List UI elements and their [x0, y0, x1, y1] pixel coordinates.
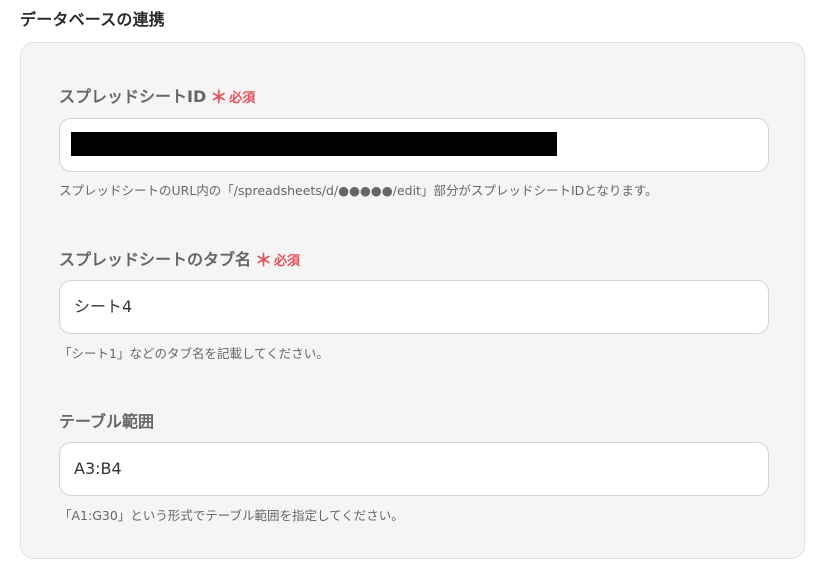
required-text: 必須: [229, 91, 256, 106]
table-range-value: A3:B4: [74, 459, 122, 478]
spreadsheet-id-label-text: スプレッドシートID: [59, 87, 207, 106]
spreadsheet-id-label: スプレッドシートID ＊必須: [59, 83, 255, 108]
tab-name-help: 「シート1」などのタブ名を記載してください。: [59, 346, 329, 361]
database-settings-panel: スプレッドシートID ＊必須 スプレッドシートのURL内の「/spreadshee…: [20, 42, 805, 559]
section-title: データベースの連携: [20, 10, 166, 29]
table-range-label: テーブル範囲: [59, 408, 154, 432]
spreadsheet-id-help: スプレッドシートのURL内の「/spreadsheets/d/●●●●●/edi…: [59, 183, 658, 198]
tab-name-value: シート4: [74, 297, 133, 316]
required-indicator: ＊必須: [255, 250, 301, 271]
tab-name-label-text: スプレッドシートのタブ名: [59, 250, 252, 269]
spreadsheet-id-input[interactable]: [59, 118, 769, 172]
required-asterisk: ＊: [210, 88, 228, 108]
tab-name-input[interactable]: シート4: [59, 280, 769, 334]
table-range-input[interactable]: A3:B4: [59, 442, 769, 496]
tab-name-label: スプレッドシートのタブ名＊必須: [59, 246, 300, 271]
required-text: 必須: [274, 254, 301, 269]
redacted-value-block: [71, 132, 557, 156]
table-range-label-text: テーブル範囲: [59, 412, 155, 431]
required-indicator: ＊必須: [210, 87, 256, 108]
table-range-help: 「A1:G30」という形式でテーブル範囲を指定してください。: [59, 508, 404, 523]
required-asterisk: ＊: [255, 251, 273, 271]
